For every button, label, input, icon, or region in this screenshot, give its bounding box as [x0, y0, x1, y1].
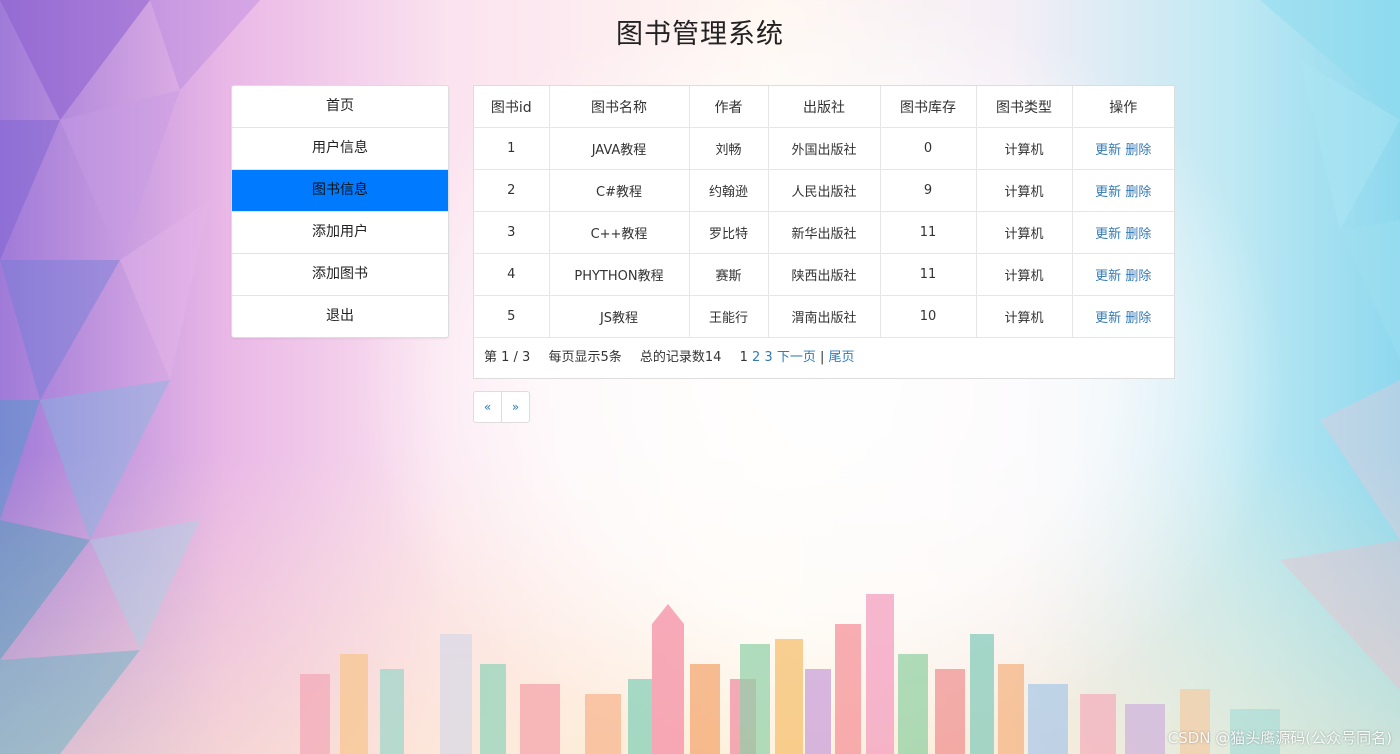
sidebar-item-user-info[interactable]: 用户信息: [232, 127, 448, 169]
column-header-stock: 图书库存: [880, 86, 977, 128]
cell-publisher: 渭南出版社: [768, 295, 881, 338]
cell-author: 赛斯: [689, 253, 769, 296]
last-page-link[interactable]: 尾页: [829, 350, 855, 365]
update-link[interactable]: 更新: [1095, 227, 1121, 242]
cell-name: PHYTHON教程: [549, 253, 690, 296]
cell-type: 计算机: [976, 295, 1073, 338]
delete-link[interactable]: 删除: [1125, 269, 1151, 284]
cell-publisher: 新华出版社: [768, 211, 881, 254]
cell-name: C++教程: [549, 211, 690, 254]
column-header-publisher: 出版社: [768, 86, 881, 128]
table-header-row: 图书id 图书名称 作者 出版社 图书库存 图书类型 操作: [474, 86, 1174, 128]
cell-id: 2: [474, 169, 550, 212]
cell-type: 计算机: [976, 211, 1073, 254]
column-header-name: 图书名称: [549, 86, 690, 128]
sidebar-item-add-user[interactable]: 添加用户: [232, 211, 448, 253]
cell-stock: 11: [880, 253, 977, 296]
cell-id: 5: [474, 295, 550, 338]
cell-type: 计算机: [976, 169, 1073, 212]
cell-name: C#教程: [549, 169, 690, 212]
cell-stock: 11: [880, 211, 977, 254]
update-link[interactable]: 更新: [1095, 269, 1121, 284]
update-link[interactable]: 更新: [1095, 143, 1121, 158]
total-records-text: 总的记录数14: [639, 350, 722, 365]
update-link[interactable]: 更新: [1095, 185, 1121, 200]
column-header-id: 图书id: [474, 86, 550, 128]
arrow-pagination: « »: [473, 391, 530, 423]
cell-actions: 更新 删除: [1072, 253, 1174, 296]
delete-link[interactable]: 删除: [1125, 227, 1151, 242]
cell-id: 1: [474, 127, 550, 170]
update-link[interactable]: 更新: [1095, 311, 1121, 326]
cell-actions: 更新 删除: [1072, 169, 1174, 212]
cell-author: 约翰逊: [689, 169, 769, 212]
cell-stock: 9: [880, 169, 977, 212]
column-header-actions: 操作: [1072, 86, 1174, 128]
table-row: 2 C#教程 约翰逊 人民出版社 9 计算机 更新 删除: [474, 169, 1174, 212]
page-title: 图书管理系统: [616, 19, 784, 50]
cell-actions: 更新 删除: [1072, 295, 1174, 338]
cell-stock: 10: [880, 295, 977, 338]
cell-name: JAVA教程: [549, 127, 690, 170]
page-2-link[interactable]: 2: [752, 350, 760, 365]
table-row: 4 PHYTHON教程 赛斯 陕西出版社 11 计算机 更新 删除: [474, 253, 1174, 296]
table-row: 3 C++教程 罗比特 新华出版社 11 计算机 更新 删除: [474, 211, 1174, 254]
cell-author: 刘畅: [689, 127, 769, 170]
per-page-text: 每页显示5条: [548, 350, 622, 365]
delete-link[interactable]: 删除: [1125, 185, 1151, 200]
cell-name: JS教程: [549, 295, 690, 338]
book-table: 图书id 图书名称 作者 出版社 图书库存 图书类型 操作 1 JAVA教程 刘…: [474, 86, 1174, 338]
cell-id: 4: [474, 253, 550, 296]
cell-publisher: 陕西出版社: [768, 253, 881, 296]
delete-link[interactable]: 删除: [1125, 311, 1151, 326]
cell-author: 王能行: [689, 295, 769, 338]
cell-type: 计算机: [976, 127, 1073, 170]
current-page-number: 1: [739, 350, 748, 365]
page-info-text: 第 1 / 3: [484, 350, 531, 365]
book-table-panel: 图书id 图书名称 作者 出版社 图书库存 图书类型 操作 1 JAVA教程 刘…: [473, 85, 1175, 379]
column-header-author: 作者: [689, 86, 769, 128]
column-header-type: 图书类型: [976, 86, 1073, 128]
cell-stock: 0: [880, 127, 977, 170]
sidebar-item-add-book[interactable]: 添加图书: [232, 253, 448, 295]
sidebar-item-book-info[interactable]: 图书信息: [232, 169, 448, 211]
sidebar-item-home[interactable]: 首页: [232, 86, 448, 127]
cell-type: 计算机: [976, 253, 1073, 296]
next-arrow-button[interactable]: »: [501, 392, 529, 422]
sidebar-menu: 首页 用户信息 图书信息 添加用户 添加图书 退出: [231, 85, 449, 338]
prev-arrow-button[interactable]: «: [474, 392, 501, 422]
watermark: CSDN @猫头鹰源码(公众号同名): [1167, 729, 1392, 747]
sidebar-item-logout[interactable]: 退出: [232, 295, 448, 337]
table-row: 1 JAVA教程 刘畅 外国出版社 0 计算机 更新 删除: [474, 127, 1174, 170]
cell-publisher: 外国出版社: [768, 127, 881, 170]
cell-author: 罗比特: [689, 211, 769, 254]
pagination-info: 第 1 / 3 每页显示5条 总的记录数14 1 2 3 下一页 | 尾页: [474, 338, 1174, 378]
page-3-link[interactable]: 3: [764, 350, 772, 365]
cell-actions: 更新 删除: [1072, 211, 1174, 254]
cell-actions: 更新 删除: [1072, 127, 1174, 170]
table-row: 5 JS教程 王能行 渭南出版社 10 计算机 更新 删除: [474, 295, 1174, 338]
cell-id: 3: [474, 211, 550, 254]
delete-link[interactable]: 删除: [1125, 143, 1151, 158]
pagination-separator: |: [820, 350, 825, 365]
cell-publisher: 人民出版社: [768, 169, 881, 212]
next-page-link[interactable]: 下一页: [777, 350, 816, 365]
